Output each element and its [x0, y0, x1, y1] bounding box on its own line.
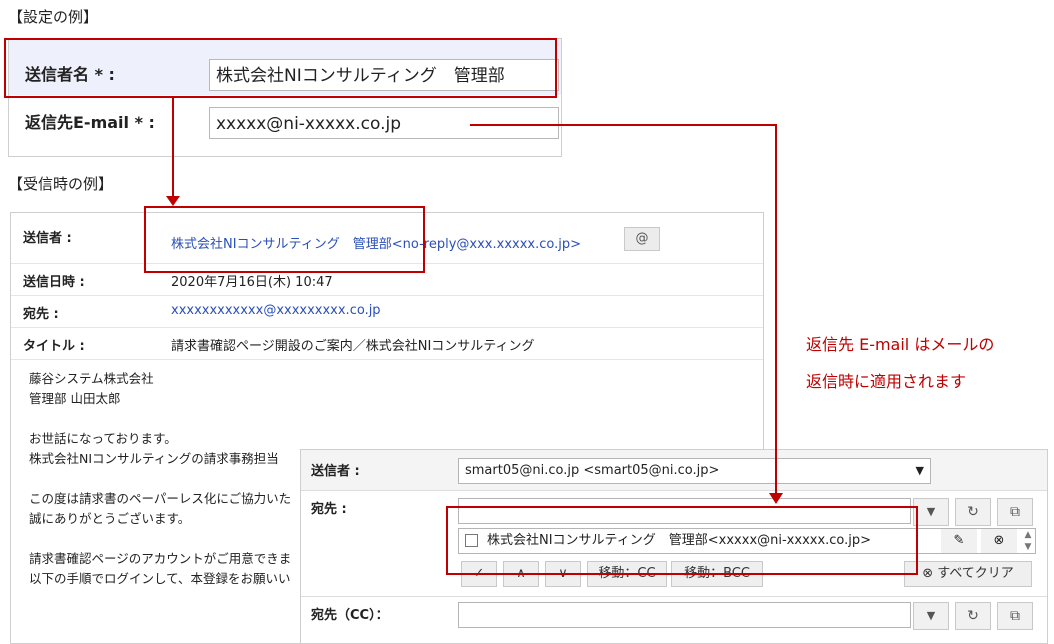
mail-body-line: この度は請求書のペーパーレス化にご協力いた: [29, 491, 292, 506]
mail-subject-value: 請求書確認ページ開設のご案内／株式会社NIコンサルティング: [171, 339, 535, 354]
to-reset-button[interactable]: ↻: [955, 498, 991, 526]
reply-email-label: 返信先E-mail * :: [25, 113, 155, 132]
mail-body-line: 藤谷システム株式会社: [29, 371, 154, 386]
connector-line-3: [775, 124, 777, 494]
highlight-recipient: [446, 506, 918, 575]
clear-all-label: すべてクリア: [937, 566, 1014, 581]
mail-subject-label: タイトル :: [23, 339, 85, 354]
highlight-mail-from: [144, 206, 425, 273]
cc-reset-button[interactable]: ↻: [955, 602, 991, 630]
annotation-line-1: 返信先 E-mail はメールの: [806, 335, 995, 354]
compose-cc-label: 宛先（CC）：: [311, 608, 389, 623]
mail-date-value: 2020年7月16日(木) 10:47: [171, 275, 333, 290]
to-copy-button[interactable]: ⧉: [997, 498, 1033, 526]
settings-example-heading: 【設定の例】: [8, 8, 99, 26]
mail-to-value[interactable]: xxxxxxxxxxxx@xxxxxxxxx.co.jp: [171, 303, 381, 318]
received-example-heading: 【受信時の例】: [8, 175, 114, 193]
cc-copy-button[interactable]: ⧉: [997, 602, 1033, 630]
mail-body-line: 誠にありがとうございます。: [29, 511, 191, 526]
mail-body-line: お世話になっております。: [29, 431, 177, 446]
clear-all-button[interactable]: ⊗ すべてクリア: [904, 561, 1032, 587]
mail-from-label: 送信者 :: [23, 231, 72, 246]
mail-body-line: 請求書確認ページのアカウントがご用意できま: [29, 551, 292, 566]
refresh-icon: ↻: [967, 504, 979, 520]
mail-body-line: 株式会社NIコンサルティングの請求事務担当: [29, 451, 279, 466]
arrow-down-icon: [769, 493, 783, 504]
spinner-icon[interactable]: ▲ ▼: [1021, 529, 1035, 553]
compose-from-label: 送信者 :: [311, 464, 360, 479]
clear-icon: ⊗: [922, 566, 934, 581]
copy-icon: ⧉: [1010, 608, 1020, 624]
refresh-icon: ↻: [967, 608, 979, 624]
to-dropdown-button[interactable]: ▼: [913, 498, 949, 526]
compose-from-value: smart05@ni.co.jp <smart05@ni.co.jp>: [465, 463, 720, 478]
connector-line-1: [172, 98, 174, 198]
copy-icon: ⧉: [1010, 504, 1020, 520]
compose-from-select[interactable]: smart05@ni.co.jp <smart05@ni.co.jp> ▼: [458, 458, 931, 484]
mail-subject-row: タイトル : 請求書確認ページ開設のご案内／株式会社NIコンサルティング: [11, 327, 763, 360]
arrow-down-icon: [166, 196, 180, 206]
mail-body-line: 以下の手順でログインして、本登録をお願いい: [29, 571, 291, 586]
mail-body-line: 管理部 山田太郎: [29, 391, 121, 406]
address-book-icon[interactable]: @: [624, 227, 660, 251]
compose-to-label: 宛先 :: [311, 502, 347, 517]
connector-line-2: [470, 124, 776, 126]
mail-to-row: 宛先 : xxxxxxxxxxxx@xxxxxxxxx.co.jp: [11, 295, 763, 328]
mail-to-label: 宛先 :: [23, 307, 59, 322]
row-divider: [301, 596, 1047, 597]
highlight-sender-name: [4, 38, 557, 98]
mail-date-label: 送信日時 :: [23, 275, 85, 290]
compose-cc-input[interactable]: [458, 602, 911, 628]
cc-dropdown-button[interactable]: ▼: [913, 602, 949, 630]
annotation-line-2: 返信時に適用されます: [806, 372, 967, 391]
reply-email-input[interactable]: xxxxx@ni-xxxxx.co.jp: [209, 107, 559, 139]
edit-icon[interactable]: ✎: [941, 529, 977, 553]
chevron-down-icon: ▼: [915, 464, 924, 477]
remove-icon[interactable]: ⊗: [981, 529, 1017, 553]
